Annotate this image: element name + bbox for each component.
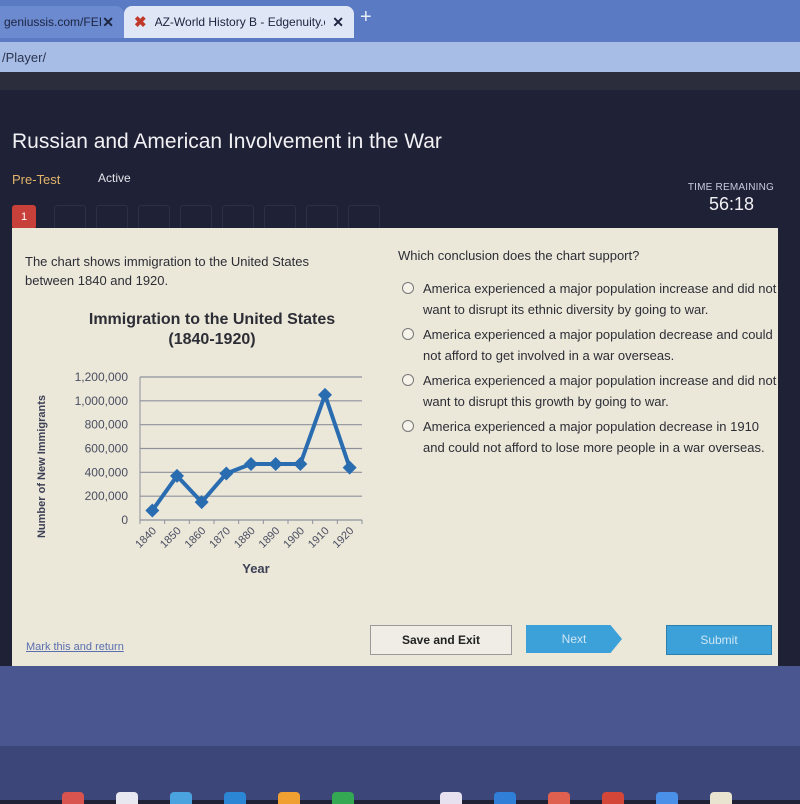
app-shelf-icon[interactable] xyxy=(656,792,678,804)
edgenuity-favicon-icon: ✖ xyxy=(134,14,147,31)
y-tick-label: 400,000 xyxy=(85,465,129,479)
address-bar[interactable]: /Player/ xyxy=(0,42,800,72)
answer-option-1[interactable]: America experienced a major population i… xyxy=(402,278,778,320)
app-shelf-icon[interactable] xyxy=(170,792,192,804)
close-tab-icon[interactable]: ✕ xyxy=(332,14,344,31)
time-remaining-value: 56:18 xyxy=(708,194,754,214)
question-prompt: The chart shows immigration to the Unite… xyxy=(25,254,309,288)
save-and-exit-button[interactable]: Save and Exit xyxy=(370,625,512,655)
question-number-button[interactable]: 1 xyxy=(12,205,36,229)
browser-tab-bar: geniussis.com/FEI ✕ ✖ AZ-World History B… xyxy=(0,0,800,42)
radio-button[interactable] xyxy=(402,328,414,340)
data-point xyxy=(318,387,332,402)
page-background xyxy=(0,666,800,746)
y-axis-title: Number of New Immigrants xyxy=(36,395,48,538)
tab-label: AZ-World History B - Edgenuity.cc xyxy=(154,15,325,29)
option-text: America experienced a major population i… xyxy=(423,373,777,409)
radio-button[interactable] xyxy=(402,374,414,386)
app-shelf-icon[interactable] xyxy=(548,792,570,804)
y-tick-label: 1,000,000 xyxy=(75,394,129,408)
tab-label: geniussis.com/FEI xyxy=(4,15,103,29)
page-title: Russian and American Involvement in the … xyxy=(12,130,442,153)
activity-type-label: Pre-Test xyxy=(12,172,61,187)
chart-svg: 0 200,000 400,000 600,000 800,000 1,000,000 1,… xyxy=(36,370,363,576)
app-shelf-icon[interactable] xyxy=(602,792,624,804)
x-tick-label: 1900 xyxy=(281,525,307,551)
y-tick-label: 1,200,000 xyxy=(75,370,129,384)
x-tick-label: 1860 xyxy=(183,525,209,551)
x-tick-label: 1840 xyxy=(133,525,159,551)
app-shelf-icon[interactable] xyxy=(710,792,732,804)
data-point xyxy=(293,456,308,471)
x-tick-label: 1890 xyxy=(257,525,283,551)
app-shelf-icon[interactable] xyxy=(62,792,84,804)
data-point xyxy=(268,456,283,471)
activity-header: Russian and American Involvement in the … xyxy=(0,90,800,231)
option-text: America experienced a major population d… xyxy=(423,419,765,455)
app-shelf-icon[interactable] xyxy=(494,792,516,804)
submit-button[interactable]: Submit xyxy=(666,625,772,655)
app-shelf-icon[interactable] xyxy=(116,792,138,804)
time-remaining-label: TIME REMAINING xyxy=(687,182,774,193)
question-text: Which conclusion does the chart support? xyxy=(398,248,640,263)
app-shelf-icon[interactable] xyxy=(440,792,462,804)
answer-option-4[interactable]: America experienced a major population d… xyxy=(402,416,778,458)
url-text: /Player/ xyxy=(2,49,47,65)
y-tick-label: 800,000 xyxy=(85,418,129,432)
radio-button[interactable] xyxy=(402,282,414,294)
question-card: The chart shows immigration to the Unite… xyxy=(12,228,778,666)
immigration-chart: Immigration to the United States (1840-1… xyxy=(27,308,387,598)
y-tick-label: 0 xyxy=(121,513,128,527)
y-tick-label: 200,000 xyxy=(85,489,129,503)
browser-tab-inactive[interactable]: geniussis.com/FEI ✕ xyxy=(0,6,124,38)
browser-tab-active[interactable]: ✖ AZ-World History B - Edgenuity.cc ✕ xyxy=(124,6,354,38)
y-tick-label: 600,000 xyxy=(85,442,129,456)
new-tab-plus-icon[interactable]: + xyxy=(360,6,372,29)
answer-options: America experienced a major population i… xyxy=(402,278,778,462)
app-shelf-icon[interactable] xyxy=(224,792,246,804)
option-text: America experienced a major population i… xyxy=(423,281,777,317)
radio-button[interactable] xyxy=(402,420,414,432)
data-point xyxy=(244,456,258,471)
app-shelf-icon[interactable] xyxy=(278,792,300,804)
close-tab-icon[interactable]: ✕ xyxy=(102,14,114,31)
app-shelf-icon[interactable] xyxy=(332,792,354,804)
option-text: America experienced a major population d… xyxy=(423,327,773,363)
x-tick-label: 1870 xyxy=(207,525,233,551)
x-tick-label: 1920 xyxy=(331,525,357,551)
x-tick-label: 1880 xyxy=(232,525,258,551)
page-top-strip xyxy=(0,72,800,90)
answer-option-2[interactable]: America experienced a major population d… xyxy=(402,324,778,366)
status-label: Active xyxy=(98,171,131,185)
mark-and-return-link[interactable]: Mark this and return xyxy=(26,641,124,653)
x-axis-title: Year xyxy=(242,561,269,576)
series-line xyxy=(150,392,352,512)
x-tick-label: 1910 xyxy=(306,525,332,551)
x-tick-label: 1850 xyxy=(158,525,184,551)
next-button[interactable]: Next xyxy=(526,625,622,653)
answer-option-3[interactable]: America experienced a major population i… xyxy=(402,370,778,412)
